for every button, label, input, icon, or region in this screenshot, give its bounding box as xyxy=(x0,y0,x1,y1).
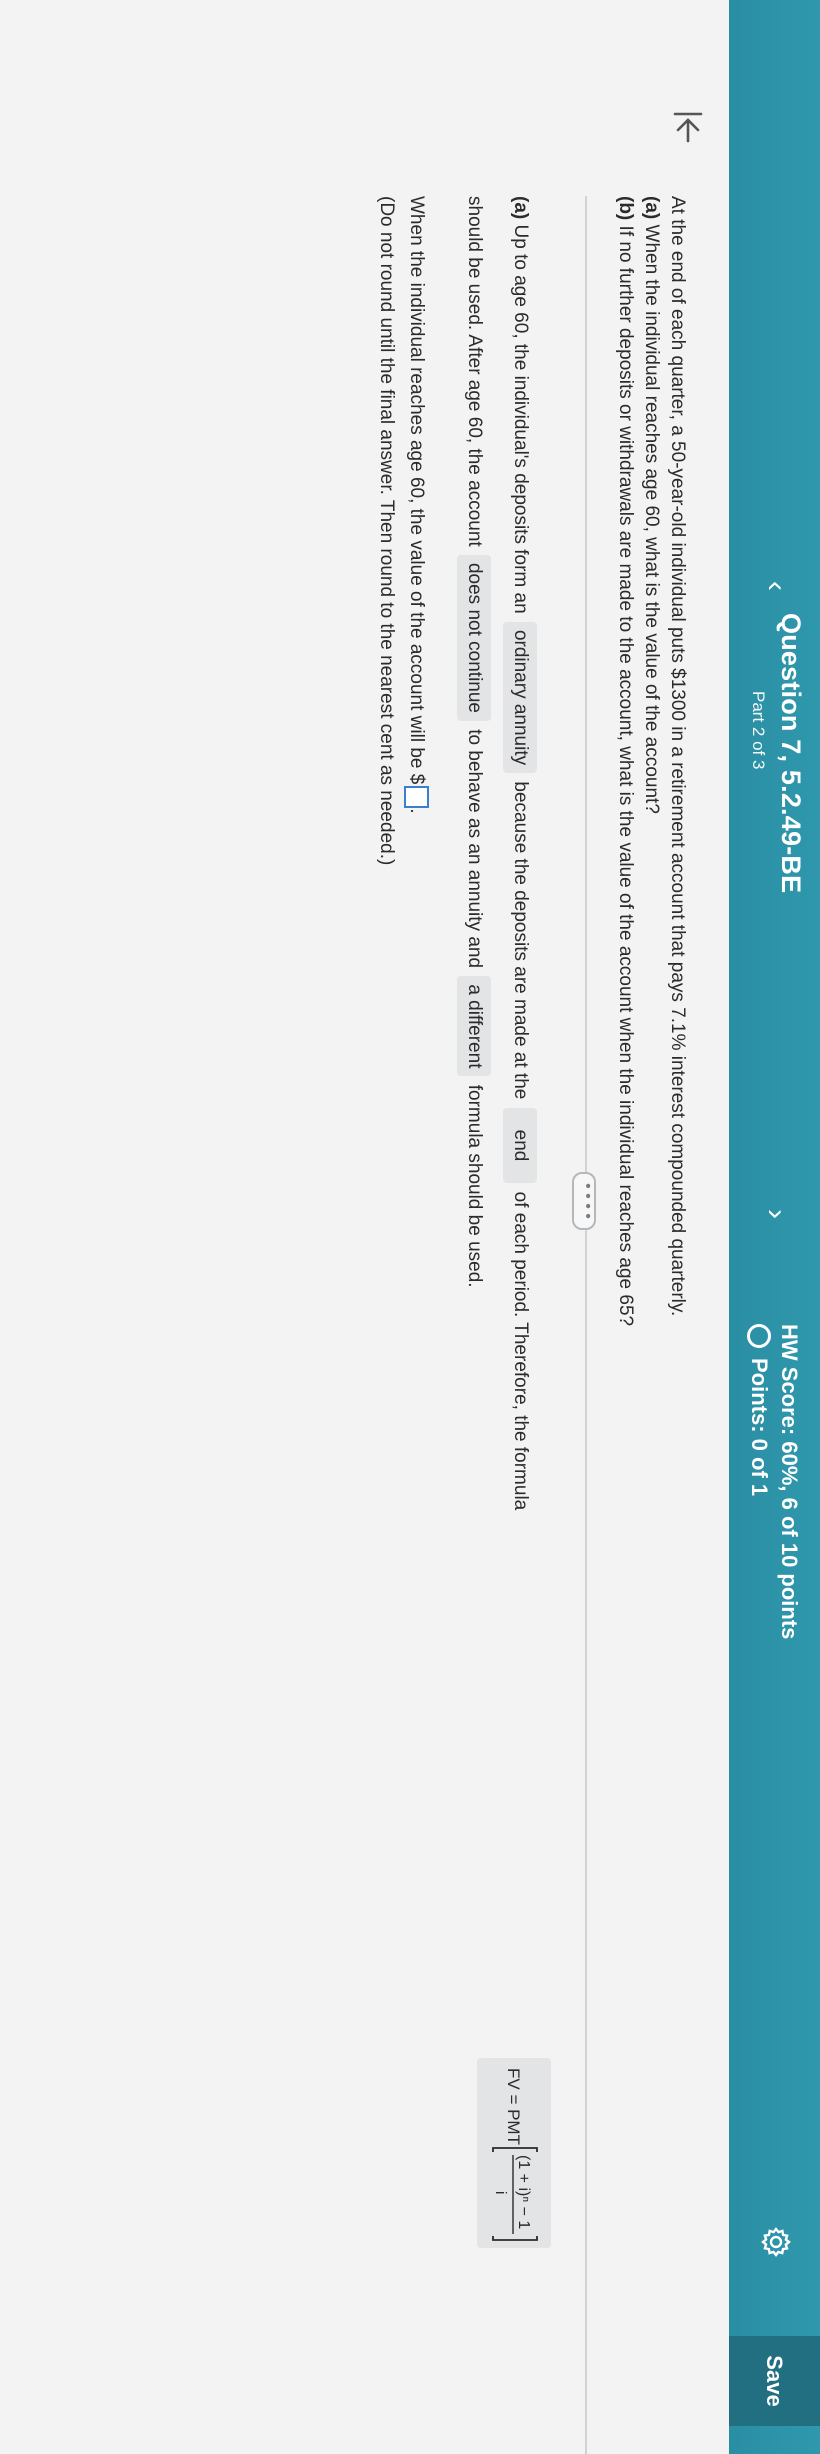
answer-text-1: Up to age 60, the individual's deposits … xyxy=(510,224,531,614)
back-to-start-icon[interactable] xyxy=(671,110,705,144)
annuity-type-dropdown[interactable]: ordinary annuity xyxy=(503,621,537,774)
answer-a-label: (a) xyxy=(510,196,531,220)
next-question-button[interactable]: › xyxy=(760,1201,793,1227)
question-title: Question 7, 5.2.49-BE xyxy=(776,613,806,894)
hw-score: HW Score: 60%, 6 of 10 points xyxy=(777,1324,802,1640)
formula-choice[interactable]: FV = PMT (1 + i)ⁿ − 1 i xyxy=(477,2058,551,2248)
timing-dropdown[interactable]: end xyxy=(503,1107,537,1184)
previous-question-button[interactable]: ‹ xyxy=(760,573,793,599)
future-value-formula: FV = PMT (1 + i)ⁿ − 1 i xyxy=(492,2068,538,2241)
continue-dropdown[interactable]: does not continue xyxy=(457,554,491,721)
answer-text-4: should be used. After age 60, the accoun… xyxy=(464,196,485,547)
formula-numerator: (1 + i)ⁿ − 1 xyxy=(515,2155,532,2229)
formula-prefix: FV = PMT xyxy=(504,2068,523,2145)
points-text: Points: 0 of 1 xyxy=(747,1358,772,1497)
answer-text-3: of each period. Therefore, the formula xyxy=(510,1191,531,1511)
part-b-label: (b) xyxy=(615,196,636,221)
points-status: Points: 0 of 1 xyxy=(746,1324,772,1496)
answer-text-2: because the deposits are made at the xyxy=(510,781,531,1100)
gear-icon[interactable] xyxy=(760,2226,792,2258)
answer-text-5: to behave as an annuity and xyxy=(464,729,485,969)
rounding-instruction: (Do not round until the final answer. Th… xyxy=(376,196,397,866)
expand-button[interactable]: • • • • xyxy=(572,1172,596,1230)
question-part: Part 2 of 3 xyxy=(749,691,768,770)
answer-line-1: (a) Up to age 60, the individual's depos… xyxy=(477,196,551,2396)
divider xyxy=(585,196,587,2454)
answer-input[interactable] xyxy=(403,786,429,809)
answer-text-6: formula should be used. xyxy=(464,1084,485,1288)
top-bar: ‹ Question 7, 5.2.49-BE Part 2 of 3 › HW… xyxy=(729,0,820,2454)
formula-dropdown[interactable]: a different xyxy=(457,976,491,1077)
part-b-text: If no further deposits or withdrawals ar… xyxy=(615,225,636,1327)
answer-result-line: When the individual reaches age 60, the … xyxy=(401,196,431,2396)
part-a-text: When the individual reaches age 60, what… xyxy=(641,224,662,814)
result-end: . xyxy=(406,808,427,814)
result-text: When the individual reaches age 60, the … xyxy=(406,196,427,785)
circle-icon xyxy=(747,1324,771,1348)
problem-statement: At the end of each quarter, a 50-year-ol… xyxy=(612,196,690,2096)
save-button[interactable]: Save xyxy=(729,2336,820,2426)
answer-area: (a) Up to age 60, the individual's depos… xyxy=(371,196,551,2396)
problem-intro: At the end of each quarter, a 50-year-ol… xyxy=(667,196,688,1317)
part-a-label: (a) xyxy=(641,196,662,220)
formula-denominator: i xyxy=(492,2191,509,2194)
problem-part-b: (b) If no further deposits or withdrawal… xyxy=(612,196,638,2096)
problem-part-a: (a) When the individual reaches age 60, … xyxy=(638,196,664,2096)
page-frame: ‹ Question 7, 5.2.49-BE Part 2 of 3 › HW… xyxy=(0,0,820,2454)
